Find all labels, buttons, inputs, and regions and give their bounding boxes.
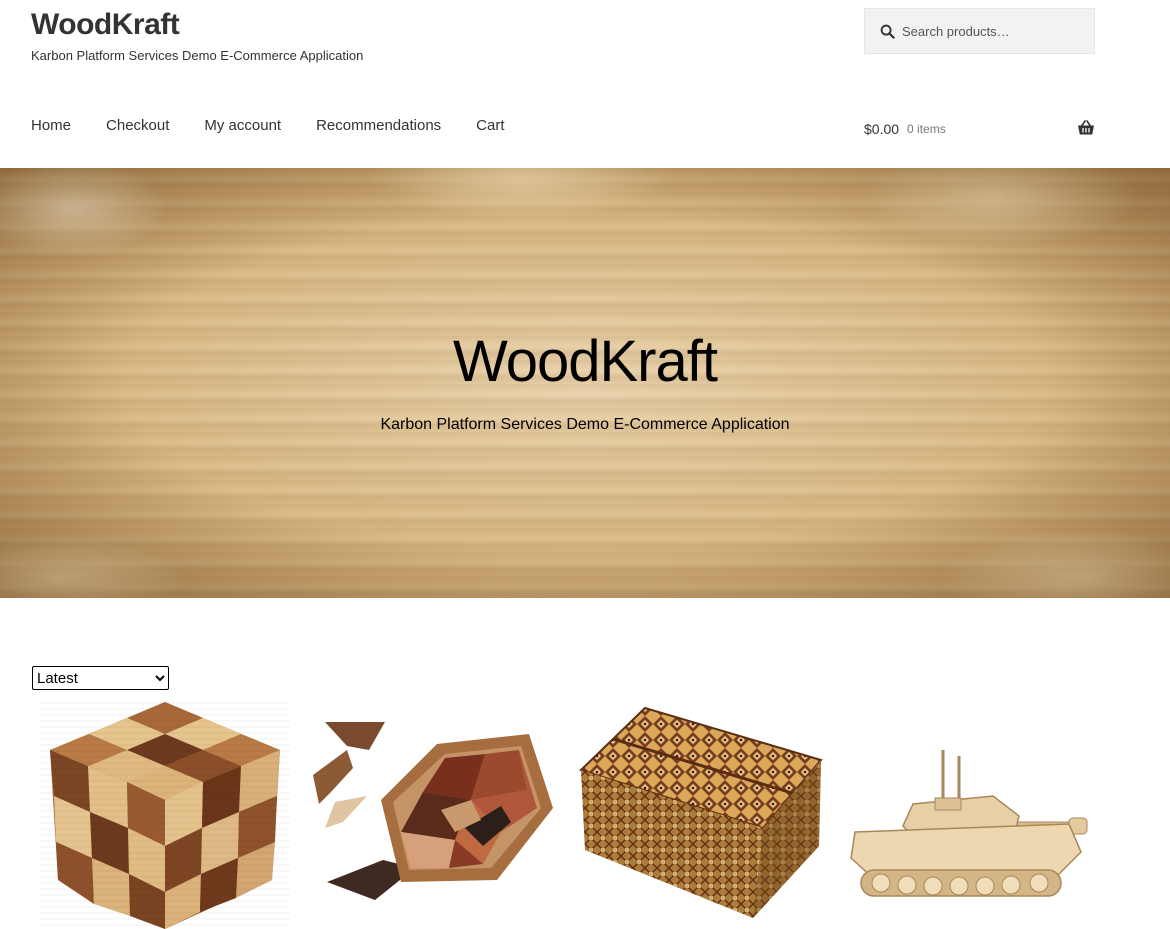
nav-item-recommendations[interactable]: Recommendations xyxy=(316,117,441,134)
product-card-tank-model[interactable] xyxy=(843,700,1093,929)
sort-select[interactable]: Latest xyxy=(32,666,169,690)
product-card-hexagon-puzzle[interactable] xyxy=(305,700,555,929)
site-tagline: Karbon Platform Services Demo E-Commerce… xyxy=(31,48,364,63)
cart-amount[interactable]: $0.00 xyxy=(864,121,899,137)
site-header: WoodKraft Karbon Platform Services Demo … xyxy=(0,0,1170,168)
search-input[interactable] xyxy=(902,23,1082,39)
hero-subtitle: Karbon Platform Services Demo E-Commerce… xyxy=(380,416,790,433)
wooden-tank-model-image xyxy=(850,750,1088,897)
cart-summary[interactable]: $0.00 0 items xyxy=(864,119,1095,139)
hero-banner: WoodKraft Karbon Platform Services Demo … xyxy=(0,168,1170,598)
nav-item-home[interactable]: Home xyxy=(31,117,71,134)
main-navigation: Home Checkout My account Recommendations… xyxy=(31,117,540,134)
basket-icon[interactable] xyxy=(1077,120,1095,136)
hero-title: WoodKraft xyxy=(453,329,718,394)
wooden-cube-puzzle-image xyxy=(40,700,290,929)
nav-item-cart[interactable]: Cart xyxy=(476,117,504,134)
product-card-wooden-cube[interactable] xyxy=(40,700,290,929)
search-icon xyxy=(880,24,895,39)
hexagon-tangram-puzzle-image xyxy=(313,722,553,900)
cart-item-count[interactable]: 0 items xyxy=(907,122,946,136)
japanese-puzzle-box-image xyxy=(579,706,823,918)
nav-item-checkout[interactable]: Checkout xyxy=(106,117,169,134)
site-title[interactable]: WoodKraft xyxy=(31,8,180,42)
product-card-puzzle-box[interactable] xyxy=(573,700,823,929)
nav-item-my-account[interactable]: My account xyxy=(204,117,281,134)
search-box[interactable] xyxy=(864,8,1095,54)
